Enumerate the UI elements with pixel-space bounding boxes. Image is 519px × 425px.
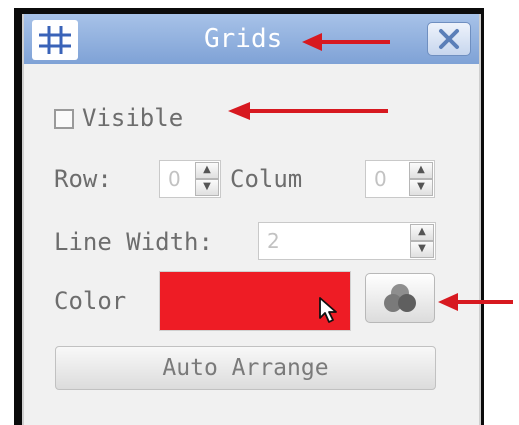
- row-increment-button[interactable]: ▲: [195, 162, 219, 179]
- column-label: Colum: [230, 165, 303, 193]
- line-width-spinbox[interactable]: 2 ▲ ▼: [258, 222, 436, 260]
- row-value: 0: [168, 167, 181, 191]
- grids-dialog: Grids Visible Row: 0 ▲ ▼ Colum 0 ▲ ▼ Lin…: [22, 14, 481, 425]
- mouse-cursor-icon: [319, 297, 337, 323]
- color-palette-button[interactable]: [365, 273, 435, 323]
- column-decrement-button[interactable]: ▼: [409, 179, 433, 196]
- column-value: 0: [374, 167, 387, 191]
- visible-label: Visible: [82, 104, 184, 132]
- grid-icon: [32, 20, 78, 60]
- row-label: Row:: [54, 165, 112, 193]
- title-bar[interactable]: Grids: [24, 14, 479, 64]
- line-width-increment-button[interactable]: ▲: [410, 224, 434, 241]
- close-icon: [439, 29, 459, 49]
- column-spinbox[interactable]: 0 ▲ ▼: [365, 160, 435, 198]
- annotation-arrow-title: [302, 33, 390, 51]
- auto-arrange-button[interactable]: Auto Arrange: [55, 346, 436, 390]
- color-palette-icon: [384, 284, 416, 312]
- color-label: Color: [54, 287, 127, 315]
- annotation-arrow-palette: [438, 293, 513, 311]
- annotation-arrow-visible: [228, 102, 388, 120]
- visible-checkbox[interactable]: [54, 109, 74, 129]
- row-decrement-button[interactable]: ▼: [195, 179, 219, 196]
- color-swatch[interactable]: [159, 271, 351, 331]
- close-button[interactable]: [427, 22, 471, 56]
- line-width-label: Line Width:: [54, 228, 213, 256]
- column-increment-button[interactable]: ▲: [409, 162, 433, 179]
- row-spinbox[interactable]: 0 ▲ ▼: [159, 160, 221, 198]
- line-width-value: 2: [267, 229, 280, 253]
- line-width-decrement-button[interactable]: ▼: [410, 241, 434, 258]
